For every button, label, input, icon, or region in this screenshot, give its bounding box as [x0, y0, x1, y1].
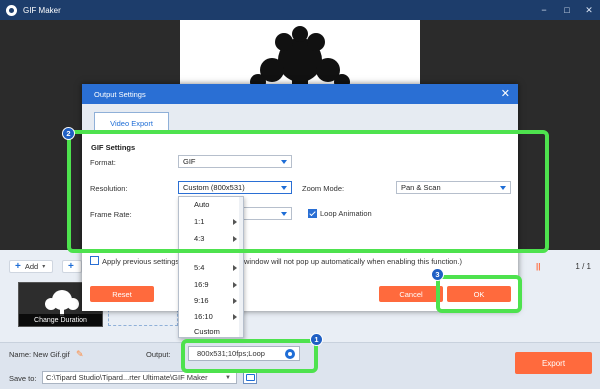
app-logo-icon	[6, 4, 17, 16]
tab-strip: Video Export	[82, 104, 518, 133]
step-badge-1: 1	[310, 333, 323, 346]
pause-icon[interactable]: ||	[536, 262, 540, 271]
option-label: 16:9	[194, 280, 209, 289]
highlight-gif-settings	[67, 130, 549, 253]
tree-image	[250, 26, 350, 90]
close-window-button[interactable]: ✕	[580, 0, 598, 20]
reset-button[interactable]: Reset	[90, 286, 154, 302]
edit-icon[interactable]: ✎	[76, 349, 84, 360]
chevron-down-icon: ▼	[225, 375, 231, 381]
add-label: Add	[24, 262, 39, 271]
submenu-arrow-icon	[233, 298, 237, 304]
resolution-option-custom[interactable]: Custom	[179, 324, 243, 339]
minimize-button[interactable]: −	[535, 0, 553, 20]
option-label: Custom	[194, 327, 220, 336]
thumbnail-tree-image	[45, 290, 79, 316]
add-button[interactable]: + Add ▾	[9, 260, 53, 273]
maximize-button[interactable]: □	[558, 0, 576, 20]
preview-frame	[180, 20, 420, 90]
option-label: 5:4	[194, 263, 205, 272]
submenu-arrow-icon	[233, 314, 237, 320]
save-to-label: Save to:	[9, 374, 37, 383]
chevron-down-icon: ▾	[42, 264, 46, 270]
close-icon[interactable]: ✕	[501, 87, 510, 101]
change-duration-button[interactable]: Change Duration	[19, 314, 102, 326]
dialog-header: Output Settings ✕	[82, 84, 518, 104]
page-indicator: 1 / 1	[575, 262, 591, 271]
step-badge-2: 2	[62, 127, 75, 140]
add-more-button[interactable]: +	[62, 260, 82, 273]
apply-previous-label: Apply previous settings	[102, 257, 180, 266]
option-label: 9:16	[194, 296, 209, 305]
resolution-option-16-9[interactable]: 16:9	[179, 277, 243, 292]
resolution-option-9-16[interactable]: 9:16	[179, 293, 243, 308]
step-badge-3: 3	[431, 268, 444, 281]
apply-previous-note: window will not pop up automatically whe…	[244, 257, 463, 266]
dialog-title: Output Settings	[94, 89, 146, 99]
title-bar: GIF Maker − □ ✕	[0, 0, 600, 20]
option-label: 16:10	[194, 312, 213, 321]
cancel-button[interactable]: Cancel	[379, 286, 443, 302]
export-button[interactable]: Export	[515, 352, 592, 374]
resolution-option-5-4[interactable]: 5:4	[179, 260, 243, 275]
output-label: Output:	[146, 350, 171, 359]
resolution-option-16-10[interactable]: 16:10	[179, 309, 243, 324]
highlight-ok-button	[436, 275, 522, 313]
save-path-value: C:\Tipard Studio\Tipard...rter Ultimate\…	[46, 373, 208, 382]
highlight-output-field	[181, 339, 318, 373]
plus-icon: +	[15, 261, 21, 272]
name-label: Name:	[9, 350, 32, 359]
app-title: GIF Maker	[23, 5, 61, 15]
name-value: New Gif.gif	[33, 350, 70, 359]
submenu-arrow-icon	[233, 265, 237, 271]
submenu-arrow-icon	[233, 282, 237, 288]
plus-icon: +	[68, 261, 74, 272]
apply-previous-checkbox[interactable]	[90, 256, 99, 265]
